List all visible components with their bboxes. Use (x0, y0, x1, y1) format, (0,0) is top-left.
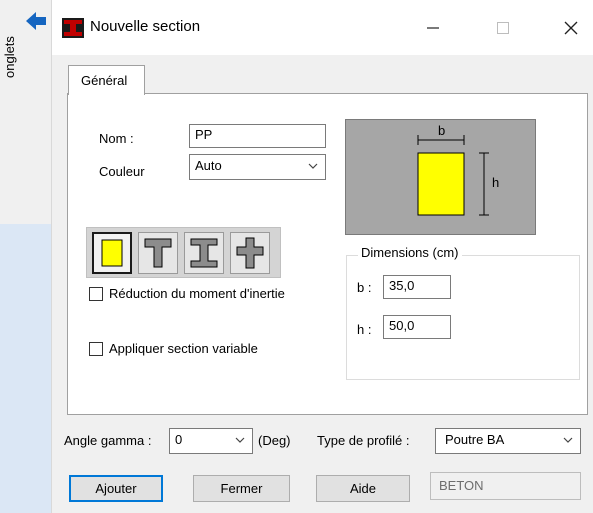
side-panel-lower (0, 224, 52, 513)
chevron-down-icon (235, 437, 245, 443)
couleur-select[interactable]: Auto (189, 154, 326, 180)
window-title: Nouvelle section (90, 18, 201, 35)
rectangle-section-button[interactable] (92, 232, 132, 274)
t-section-button[interactable] (138, 232, 178, 274)
variable-section-checkbox[interactable] (89, 342, 103, 356)
rectangle-section-icon (101, 239, 123, 267)
material-field: BETON (430, 472, 581, 500)
couleur-value: Auto (195, 158, 222, 173)
dimensions-group (346, 255, 580, 380)
close-icon (564, 21, 578, 35)
profile-type-select[interactable]: Poutre BA (435, 428, 581, 454)
side-panel: onglets (0, 0, 52, 513)
section-shape-toolbar (86, 227, 281, 278)
fermer-button[interactable]: Fermer (193, 475, 290, 502)
cross-section-icon (236, 237, 264, 269)
close-window-button[interactable] (548, 10, 593, 46)
profile-type-label: Type de profilé : (317, 433, 410, 448)
cross-section-button[interactable] (230, 232, 270, 274)
angle-unit-label: (Deg) (258, 433, 291, 448)
ajouter-button[interactable]: Ajouter (69, 475, 163, 502)
aide-button[interactable]: Aide (316, 475, 410, 502)
dimension-b-label: b (438, 123, 445, 138)
dimension-h-input[interactable]: 50,0 (383, 315, 451, 339)
reduction-inertia-label: Réduction du moment d'inertie (109, 286, 285, 301)
maximize-icon (497, 22, 509, 34)
couleur-label: Couleur (99, 164, 145, 179)
chevron-down-icon (308, 163, 318, 169)
reduction-inertia-checkbox[interactable] (89, 287, 103, 301)
minimize-icon (427, 27, 439, 29)
i-section-button[interactable] (184, 232, 224, 274)
title-bar: Nouvelle section (52, 0, 593, 55)
angle-gamma-select[interactable]: 0 (169, 428, 253, 454)
dimension-b-input[interactable]: 35,0 (383, 275, 451, 299)
profile-type-value: Poutre BA (445, 432, 505, 447)
maximize-button[interactable] (480, 10, 526, 46)
onglets-tab-label[interactable]: onglets (2, 36, 17, 78)
i-section-icon (190, 238, 218, 268)
dimensions-group-title: Dimensions (cm) (358, 245, 462, 260)
variable-section-label: Appliquer section variable (109, 341, 258, 356)
section-rectangle-shape (417, 152, 465, 216)
minimize-button[interactable] (410, 10, 456, 46)
angle-gamma-label: Angle gamma : (64, 433, 152, 448)
section-preview: b h (345, 119, 536, 235)
tab-general[interactable]: Général (68, 65, 145, 95)
dimension-h-label: h (492, 175, 499, 190)
nom-label: Nom : (99, 131, 134, 146)
i-beam-icon (62, 18, 84, 38)
nom-field[interactable]: PP (189, 124, 326, 148)
dimension-h-field-label: h : (357, 322, 372, 337)
t-section-icon (144, 238, 172, 268)
back-arrow-icon[interactable] (24, 10, 48, 32)
angle-gamma-value: 0 (175, 432, 183, 447)
dimension-b-field-label: b : (357, 280, 372, 295)
chevron-down-icon (563, 437, 573, 443)
section-dialog: Nouvelle section Général Nom : PP Couleu… (52, 0, 593, 513)
